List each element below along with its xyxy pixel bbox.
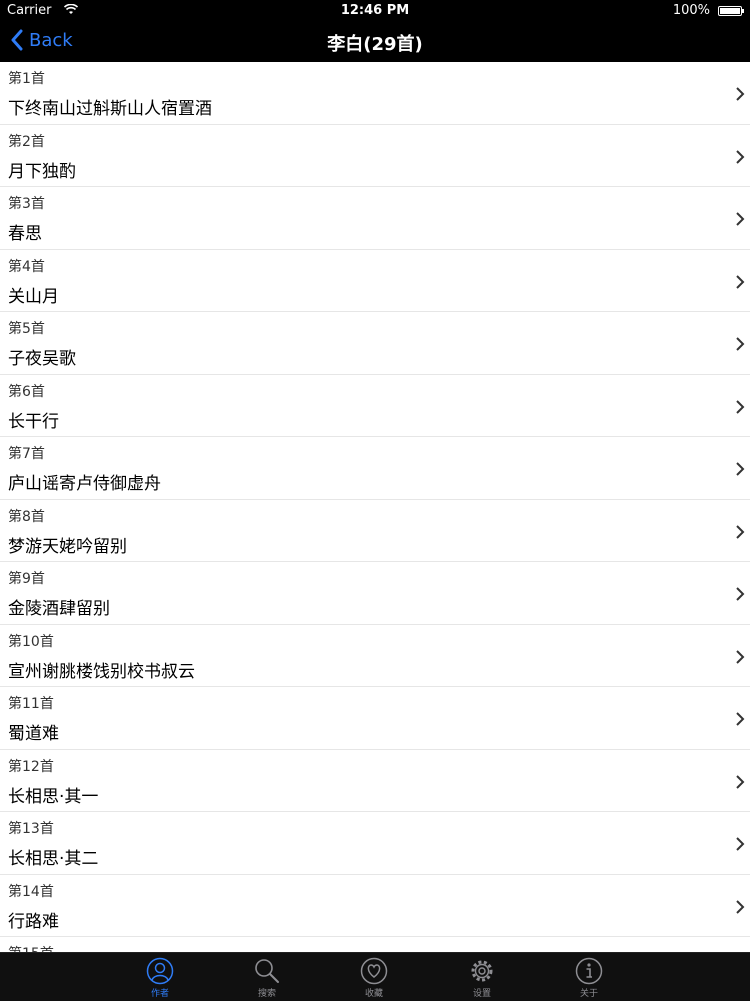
poem-index: 第7首 — [8, 446, 45, 462]
list-item[interactable]: 第1首下终南山过斛斯山人宿置酒 — [0, 62, 750, 125]
navigation-bar: Back 李白(29首) — [0, 22, 750, 62]
tab-label: 关于 — [579, 989, 598, 999]
list-item[interactable]: 第6首长干行 — [0, 375, 750, 437]
poem-title: 蜀道难 — [8, 724, 59, 744]
poem-index: 第8首 — [8, 508, 45, 525]
tab-label: 收藏 — [364, 989, 383, 999]
gear-icon — [471, 960, 493, 982]
page-title: 李白(29首) — [327, 34, 423, 55]
chevron-right-icon — [735, 211, 745, 231]
chevron-right-icon — [735, 774, 745, 794]
list-item[interactable]: 第15首 — [0, 937, 750, 952]
tab-author[interactable]: 作者 — [130, 953, 190, 1001]
poem-index: 第4首 — [8, 258, 45, 275]
poem-title: 行路难 — [8, 911, 59, 932]
poem-title: 长干行 — [8, 411, 59, 432]
poem-title: 金陵酒肆留别 — [8, 599, 110, 619]
status-bar: Carrier 12:46 PM 100% — [0, 0, 750, 22]
chevron-right-icon — [735, 336, 745, 356]
chevron-right-icon — [735, 836, 745, 856]
tab-bar: 作者 搜索 收藏 设置 关于 — [0, 952, 750, 1001]
poem-index: 第12首 — [8, 758, 54, 775]
chevron-right-icon — [735, 274, 745, 294]
tab-settings[interactable]: 设置 — [452, 953, 512, 1001]
battery-percent: 100% — [672, 3, 710, 18]
poem-index: 第14首 — [8, 883, 54, 900]
heart-icon — [360, 957, 388, 985]
tab-about[interactable]: 关于 — [559, 953, 619, 1001]
person-icon — [146, 957, 174, 985]
poem-index: 第2首 — [8, 133, 45, 150]
tab-label: 设置 — [472, 989, 491, 999]
chevron-right-icon — [735, 86, 745, 106]
poem-index: 第11首 — [8, 696, 54, 712]
poem-index: 第6首 — [8, 383, 45, 400]
chevron-right-icon — [735, 649, 745, 669]
chevron-right-icon — [735, 461, 745, 481]
list-item[interactable]: 第3首春思 — [0, 187, 750, 250]
poem-index: 第15首 — [8, 943, 54, 952]
poem-title: 子夜吴歌 — [8, 349, 76, 369]
poem-index: 第10首 — [8, 633, 54, 650]
chevron-right-icon — [735, 149, 745, 169]
list-item[interactable]: 第9首金陵酒肆留别 — [0, 562, 750, 625]
poem-title: 庐山谣寄卢侍御虚舟 — [8, 474, 161, 494]
poem-title: 关山月 — [8, 286, 59, 307]
info-icon — [575, 957, 603, 985]
poem-index: 第9首 — [8, 571, 45, 587]
clock: 12:46 PM — [340, 3, 410, 18]
tab-favorites[interactable]: 收藏 — [344, 953, 404, 1001]
list-item[interactable]: 第7首庐山谣寄卢侍御虚舟 — [0, 437, 750, 500]
poem-title: 宣州谢脁楼饯别校书叔云 — [8, 661, 195, 682]
list-item[interactable]: 第10首宣州谢脁楼饯别校书叔云 — [0, 625, 750, 687]
tab-label: 作者 — [150, 989, 169, 999]
chevron-right-icon — [735, 711, 745, 731]
poem-list[interactable]: 第1首下终南山过斛斯山人宿置酒 第2首月下独酌 第3首春思 第4首关山月 第5首… — [0, 62, 750, 952]
battery-icon — [718, 6, 744, 16]
poem-index: 第5首 — [8, 321, 45, 337]
list-item[interactable]: 第4首关山月 — [0, 250, 750, 312]
poem-index: 第13首 — [8, 821, 54, 837]
chevron-right-icon — [735, 586, 745, 606]
list-item[interactable]: 第14首行路难 — [0, 875, 750, 937]
list-item[interactable]: 第13首长相思·其二 — [0, 812, 750, 875]
poem-title: 梦游天姥吟留别 — [8, 536, 127, 557]
list-item[interactable]: 第5首子夜吴歌 — [0, 312, 750, 375]
list-item[interactable]: 第8首梦游天姥吟留别 — [0, 500, 750, 562]
poem-title: 长相思·其一 — [8, 786, 99, 807]
search-icon — [255, 959, 279, 983]
poem-index: 第1首 — [8, 71, 45, 87]
list-item[interactable]: 第2首月下独酌 — [0, 125, 750, 187]
tab-search[interactable]: 搜索 — [237, 953, 297, 1001]
poem-title: 下终南山过斛斯山人宿置酒 — [8, 99, 212, 119]
chevron-right-icon — [735, 399, 745, 419]
tab-label: 搜索 — [257, 989, 276, 999]
chevron-right-icon — [735, 899, 745, 919]
poem-title: 月下独酌 — [8, 161, 76, 182]
chevron-right-icon — [735, 524, 745, 544]
list-item[interactable]: 第11首蜀道难 — [0, 687, 750, 750]
list-item[interactable]: 第12首长相思·其一 — [0, 750, 750, 812]
poem-title: 春思 — [8, 224, 42, 244]
poem-index: 第3首 — [8, 196, 45, 212]
poem-title: 长相思·其二 — [8, 849, 99, 869]
